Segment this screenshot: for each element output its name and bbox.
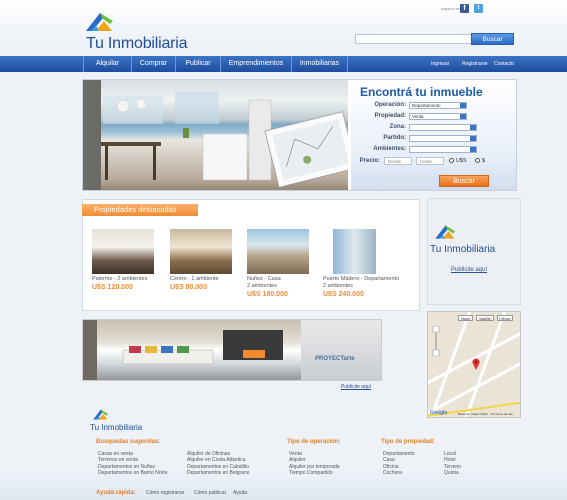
footer-link[interactable]: Cochera bbox=[383, 470, 415, 476]
footer-link[interactable]: Alquiler por temporada bbox=[289, 464, 340, 470]
twitter-icon[interactable]: t bbox=[474, 4, 483, 13]
operacion-select[interactable]: Departamento bbox=[409, 102, 467, 109]
operacion-label: Operación: bbox=[374, 102, 406, 108]
precio-hasta-input[interactable]: Hasta bbox=[416, 157, 444, 165]
property-photo-puerto-madero[interactable] bbox=[333, 229, 376, 274]
nav-publicar[interactable]: Publicar bbox=[176, 56, 221, 72]
footer-link[interactable]: Departamentos en Caballito bbox=[187, 464, 250, 470]
house-logo-icon[interactable] bbox=[82, 7, 122, 37]
contact-link[interactable]: Contacto bbox=[494, 56, 514, 72]
location-map[interactable]: Mapa Satélite Híbrido Google Datos de ma… bbox=[427, 311, 521, 418]
chevron-down-icon bbox=[470, 147, 476, 152]
side-ad-brand: Tu Inmobiliaria bbox=[430, 244, 496, 255]
footer-link[interactable]: Alquiler en Costa Atlántica bbox=[187, 457, 250, 463]
nav-inmobiliarias[interactable]: Inmobiliarias bbox=[292, 56, 348, 72]
footer-link[interactable]: Departamentos en Belgrano bbox=[187, 470, 250, 476]
search-form-title: Encontrá tu inmueble bbox=[360, 85, 483, 99]
zona-label: Zona: bbox=[389, 124, 406, 130]
footer-brand: Tu Inmobiliaria bbox=[90, 423, 143, 432]
zoom-control-icon[interactable] bbox=[432, 326, 440, 356]
nav-comprar[interactable]: Comprar bbox=[132, 56, 176, 72]
property-photo-palermo[interactable] bbox=[92, 229, 154, 274]
property-subtitle: 2 ambientes bbox=[247, 283, 277, 289]
quick-help-heading: Ayuda rápida: bbox=[96, 490, 136, 496]
footer-link[interactable]: Departamentos en Barrio Norte bbox=[98, 470, 167, 476]
chevron-down-icon bbox=[470, 125, 476, 130]
operation-type-list: Venta Alquiler Alquiler por temporada Ti… bbox=[289, 451, 340, 476]
footer-link[interactable]: Terreno bbox=[444, 464, 461, 470]
social-label: seguinos en bbox=[441, 7, 460, 11]
property-name[interactable]: Nuñez - Casa bbox=[247, 276, 281, 283]
property-type-col2: Local Hotel Terreno Quinta bbox=[444, 451, 461, 476]
propiedad-value: Venta bbox=[412, 114, 424, 119]
banner-ad-link[interactable]: Publicite aquí bbox=[341, 384, 371, 390]
suggested-searches-col2: Alquiler de Oficinas Alquiler en Costa A… bbox=[187, 451, 250, 476]
operation-type-heading: Tipo de operación: bbox=[287, 439, 341, 445]
map-view-button[interactable]: Mapa bbox=[458, 315, 473, 321]
nav-alquilar[interactable]: Alquilar bbox=[83, 56, 132, 72]
hero-section: Encontrá tu inmueble Operación: Departam… bbox=[82, 79, 517, 191]
currency-usd-radio[interactable] bbox=[449, 158, 454, 163]
property-price: U$S 80.000 bbox=[170, 284, 207, 291]
hybrid-view-button[interactable]: Híbrido bbox=[497, 315, 513, 321]
suggested-searches-heading: Busquedas sugeridas: bbox=[96, 439, 161, 445]
help-link[interactable]: Cómo registrarse bbox=[146, 490, 184, 496]
zona-select[interactable] bbox=[409, 124, 477, 131]
map-pin-icon[interactable] bbox=[472, 358, 480, 370]
banner-brand: PROYECTarte bbox=[315, 356, 355, 362]
search-form: Encontrá tu inmueble Operación: Departam… bbox=[351, 80, 516, 190]
chevron-down-icon bbox=[470, 136, 476, 141]
house-logo-icon bbox=[435, 225, 456, 239]
map-provider-logo: Google bbox=[430, 410, 448, 416]
property-price: U$S 240.000 bbox=[323, 291, 364, 298]
property-name[interactable]: Palermo - 2 ambientes bbox=[92, 276, 147, 283]
brand-name[interactable]: Tu Inmobiliaria bbox=[86, 35, 188, 53]
ambientes-label: Ambientes: bbox=[373, 146, 406, 152]
propiedad-select[interactable]: Venta bbox=[409, 113, 467, 120]
nav-emprendimientos[interactable]: Emprendimientos bbox=[221, 56, 292, 72]
property-name[interactable]: Centro - 1 ambiente bbox=[170, 276, 219, 283]
property-name[interactable]: Puerto Madero - Departamento bbox=[323, 276, 399, 283]
partido-label: Partido: bbox=[383, 135, 406, 141]
footer-link[interactable]: Quinta bbox=[444, 470, 461, 476]
propiedad-label: Propiedad: bbox=[374, 113, 406, 119]
chevron-down-icon bbox=[460, 114, 466, 119]
search-submit-button[interactable]: Buscar bbox=[439, 175, 489, 187]
currency-ars-radio[interactable] bbox=[475, 158, 480, 163]
property-type-heading: Tipo de propiedad: bbox=[381, 439, 435, 445]
hero-interior-photo bbox=[83, 80, 358, 190]
search-button[interactable]: Buscar bbox=[471, 33, 514, 45]
partido-select[interactable] bbox=[409, 135, 477, 142]
footer-link[interactable]: Tiempo Compartido bbox=[289, 470, 340, 476]
property-photo-centro[interactable] bbox=[170, 229, 232, 274]
featured-title: Propiedades destacadas bbox=[82, 204, 198, 216]
search-input[interactable] bbox=[355, 34, 472, 44]
satellite-view-button[interactable]: Satélite bbox=[476, 315, 494, 321]
side-ad-link[interactable]: Publicite aquí bbox=[451, 267, 487, 273]
ambientes-select[interactable] bbox=[409, 146, 477, 153]
currency-ars-label: $ bbox=[482, 158, 486, 164]
property-price: U$S 120.000 bbox=[92, 284, 133, 291]
operacion-value: Departamento bbox=[412, 103, 441, 108]
precio-label: Precio: bbox=[359, 158, 380, 164]
property-price: U$S 180.000 bbox=[247, 291, 288, 298]
banner-photo bbox=[83, 320, 301, 380]
map-copyright: Datos de mapa ©2011 · Términos de uso bbox=[458, 412, 513, 416]
help-link[interactable]: Ayuda bbox=[233, 490, 247, 496]
login-link[interactable]: Ingresar bbox=[431, 56, 449, 72]
chevron-down-icon bbox=[460, 103, 466, 108]
house-logo-icon bbox=[93, 409, 109, 420]
suggested-searches-col1: Casas en venta Terrenos en venta Departa… bbox=[98, 451, 167, 476]
banner-brand-area: PROYECTarte bbox=[301, 320, 381, 380]
currency-usd-label: U$S bbox=[456, 158, 467, 164]
banner-advertisement[interactable]: PROYECTarte bbox=[82, 319, 382, 381]
help-link[interactable]: Cómo publicar bbox=[194, 490, 226, 496]
property-subtitle: 2 ambientes bbox=[323, 283, 353, 289]
precio-desde-input[interactable]: Desde bbox=[384, 157, 412, 165]
register-link[interactable]: Registrarse bbox=[462, 56, 488, 72]
property-photo-nunez[interactable] bbox=[247, 229, 309, 274]
property-type-col1: Departamento Casa Oficina Cochera bbox=[383, 451, 415, 476]
facebook-icon[interactable]: f bbox=[460, 4, 469, 13]
